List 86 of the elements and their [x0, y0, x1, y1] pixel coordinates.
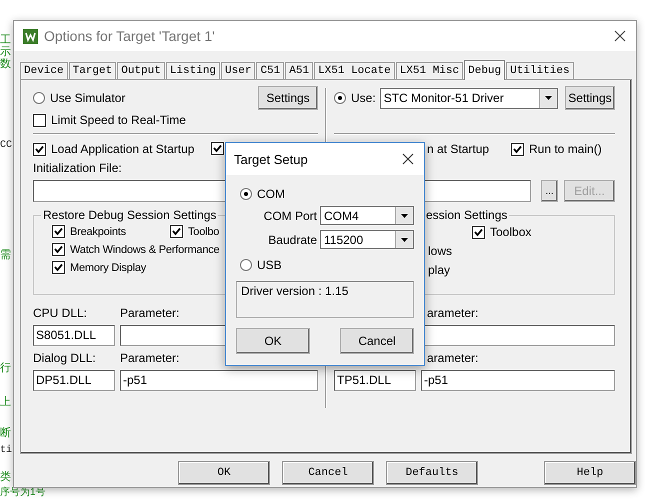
- dialog-button[interactable]: Defaults: [386, 461, 478, 485]
- checkbox[interactable]: [511, 142, 524, 156]
- checkbox-label: Toolbo: [188, 226, 220, 238]
- field-label: arameter:: [427, 306, 478, 320]
- radio-button[interactable]: [334, 92, 346, 104]
- dialog-button[interactable]: Help: [544, 461, 636, 485]
- tab[interactable]: Device: [20, 62, 68, 79]
- dialog-button[interactable]: OK: [236, 328, 310, 354]
- radio-label: COM: [257, 187, 285, 201]
- group-title: ession Settings: [425, 208, 508, 222]
- checkbox[interactable]: [170, 225, 183, 238]
- tab[interactable]: C51: [256, 62, 284, 79]
- browse-button[interactable]: ...: [541, 180, 558, 202]
- close-icon[interactable]: [614, 30, 626, 42]
- checkbox-label: play: [428, 263, 452, 277]
- dialog-button[interactable]: Cancel: [282, 461, 374, 485]
- checkbox-label: n at Startup: [427, 142, 490, 156]
- app-icon: [23, 28, 38, 44]
- settings-button[interactable]: Settings: [564, 86, 615, 110]
- dialog-button[interactable]: Cancel: [340, 328, 414, 354]
- checkbox[interactable]: [52, 225, 65, 238]
- field-label: CPU DLL:: [33, 306, 88, 320]
- dropdown-arrow-icon: [401, 214, 408, 218]
- checkbox-label: lows: [428, 244, 454, 258]
- field-label: Parameter:: [120, 351, 180, 365]
- checkbox-label: Memory Display: [70, 262, 146, 274]
- editor-text: 上: [0, 396, 11, 408]
- checkbox-label: Limit Speed to Real-Time: [51, 113, 186, 127]
- checkbox-label: Run to main(): [529, 142, 602, 156]
- checkbox[interactable]: [52, 243, 65, 256]
- settings-button[interactable]: Settings: [258, 86, 318, 110]
- checkbox[interactable]: [211, 142, 224, 155]
- tab[interactable]: Output: [117, 62, 165, 79]
- dropdown-arrow-icon: [401, 238, 408, 242]
- input-field[interactable]: -p51: [120, 370, 318, 391]
- window-title: Options for Target 'Target 1': [44, 28, 216, 44]
- dialog-title: Target Setup: [234, 152, 308, 166]
- dropdown-arrow-icon: [544, 96, 552, 100]
- editor-text: 示: [0, 46, 11, 58]
- tab[interactable]: Debug: [464, 60, 506, 80]
- baudrate-dropdown[interactable]: 115200: [320, 230, 414, 249]
- editor-text: 行: [0, 362, 11, 374]
- field-label: Initialization File:: [33, 161, 122, 175]
- radio-button[interactable]: [33, 92, 45, 104]
- tab[interactable]: Utilities: [506, 62, 574, 79]
- radio-button[interactable]: [240, 259, 252, 271]
- tab[interactable]: User: [221, 62, 256, 79]
- checkbox-label: Breakpoints: [70, 226, 126, 238]
- field-label: Baudrate: [268, 232, 317, 246]
- field-label: Parameter:: [120, 306, 180, 320]
- checkbox[interactable]: [33, 114, 46, 126]
- field-label: Dialog DLL:: [33, 351, 97, 365]
- radio-label: USB: [257, 258, 282, 272]
- driver-dropdown[interactable]: STC Monitor-51 Driver: [380, 88, 558, 108]
- checkbox-label: Watch Windows & Performance: [70, 244, 220, 256]
- editor-text: 需: [0, 249, 11, 261]
- editor-text: 工: [0, 34, 11, 46]
- tab[interactable]: LX51 Misc: [396, 62, 464, 79]
- dialog-button[interactable]: OK: [178, 461, 270, 485]
- editor-text: CC: [0, 140, 12, 152]
- radio-label: Use:: [351, 91, 376, 105]
- editor-text: 断: [0, 427, 11, 439]
- tab[interactable]: A51: [285, 62, 314, 79]
- field-label: COM Port: [264, 208, 317, 222]
- tab[interactable]: Target: [68, 62, 116, 79]
- checkbox[interactable]: [472, 226, 485, 238]
- com-port-dropdown[interactable]: COM4: [320, 206, 414, 225]
- checkbox[interactable]: [52, 261, 65, 274]
- radio-label: Use Simulator: [50, 91, 126, 105]
- radio-button[interactable]: [240, 188, 252, 200]
- checkbox-label: Toolbox: [490, 225, 532, 239]
- input-field[interactable]: DP51.DLL: [33, 370, 115, 391]
- close-icon[interactable]: [402, 153, 414, 165]
- field-label: arameter:: [427, 351, 478, 365]
- input-field[interactable]: TP51.DLL: [334, 370, 416, 391]
- group-title: Restore Debug Session Settings: [42, 208, 218, 222]
- checkbox[interactable]: [33, 142, 46, 156]
- input-field[interactable]: -p51: [421, 370, 615, 391]
- version-text: Driver version : 1.15: [241, 284, 348, 298]
- tab[interactable]: LX51 Locate: [314, 62, 395, 79]
- input-field[interactable]: S8051.DLL: [33, 325, 115, 346]
- editor-text: ti: [0, 445, 12, 457]
- editor-text: 类: [0, 471, 11, 483]
- editor-text: 数: [0, 58, 11, 70]
- tab[interactable]: Listing: [166, 62, 220, 79]
- checkbox-label: Load Application at Startup: [51, 142, 194, 156]
